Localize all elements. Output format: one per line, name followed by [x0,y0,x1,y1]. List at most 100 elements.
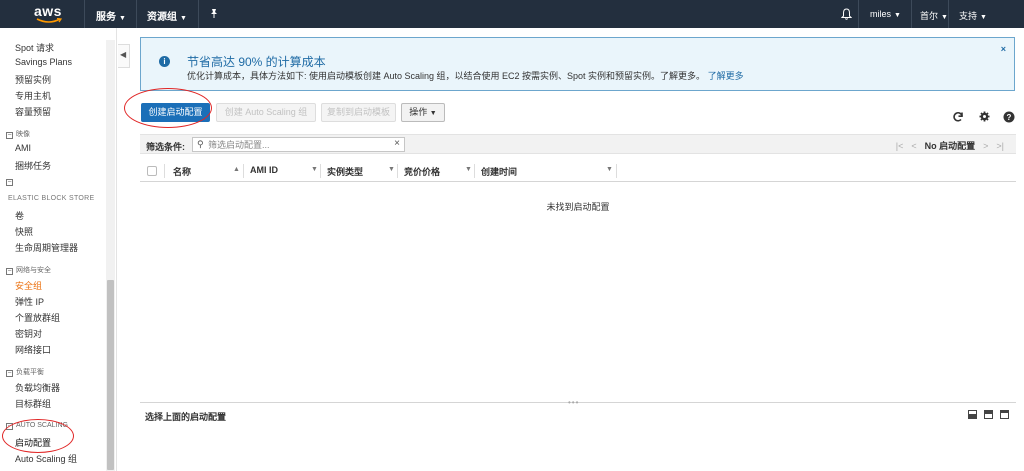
sidebar-item-capacity-reservations[interactable]: 容量预留 [15,105,51,118]
chevron-down-icon: ▼ [180,15,187,22]
chevron-down-icon: ▼ [941,14,948,21]
banner-body-text: 优化计算成本，具体方法如下: 使用启动模板创建 Auto Scaling 组，以… [187,71,706,81]
sort-asc-icon[interactable]: ▲ [233,166,240,173]
search-icon: ⚲ [197,139,204,149]
layout-bottom-icon[interactable] [968,410,977,419]
drag-handle-icon[interactable]: ••• [568,398,579,407]
column-header-instance-type[interactable]: 实例类型 [327,165,363,178]
collapse-icon: − [6,370,13,377]
bell-icon[interactable] [841,8,852,20]
chevron-down-icon: ▼ [429,110,437,117]
sidebar-heading-ebs: ELASTIC BLOCK STORE [8,195,95,202]
section-label: 映像 [16,131,30,138]
filter-bar: 筛选条件: ⚲ × |< < No 启动配置 > >| [140,134,1016,154]
column-header-name[interactable]: 名称 [173,165,191,178]
sidebar-section-ebs-toggle[interactable]: − [6,178,16,186]
sidebar-item-dedicated-hosts[interactable]: 专用主机 [15,89,51,102]
chevron-down-icon: ▼ [894,12,901,19]
close-icon[interactable]: × [1001,44,1006,54]
sort-icon[interactable]: ▼ [606,166,613,173]
nav-separator [858,0,859,28]
user-menu[interactable]: miles ▼ [870,9,901,19]
services-menu[interactable]: 服务 ▼ [96,8,126,23]
detail-pane-title: 选择上面的启动配置 [145,412,227,422]
sort-icon[interactable]: ▼ [465,166,472,173]
sidebar-item-elastic-ip[interactable]: 弹性 IP [15,295,44,308]
learn-more-link[interactable]: 了解更多 [708,71,744,81]
sidebar-item-lifecycle-manager[interactable]: 生命周期管理器 [15,241,78,254]
create-auto-scaling-group-button[interactable]: 创建 Auto Scaling 组 [216,103,316,122]
select-all-checkbox[interactable] [147,166,157,176]
collapse-icon: − [6,179,13,186]
pin-icon[interactable] [209,8,219,19]
pane-splitter[interactable]: ••• [140,398,1016,407]
sidebar-item-savings-plans[interactable]: Savings Plans [15,57,72,67]
sidebar-section-load-balancing[interactable]: − 负载平衡 [6,367,44,377]
resource-groups-menu[interactable]: 资源组 ▼ [147,8,187,23]
column-header-ami-id[interactable]: AMI ID [250,165,278,175]
chevron-down-icon: ▼ [980,14,987,21]
help-icon[interactable]: ? [1003,111,1015,123]
sidebar-section-network[interactable]: − 网络与安全 [6,265,51,275]
support-menu[interactable]: 支持 ▼ [959,9,987,22]
sort-icon[interactable]: ▼ [388,166,395,173]
support-label: 支持 [959,11,978,21]
region-menu[interactable]: 首尔 ▼ [920,9,948,22]
collapse-icon: − [6,132,13,139]
sidebar-item-key-pairs[interactable]: 密钥对 [15,327,42,340]
aws-smile-icon [36,18,62,23]
savings-banner: i 节省高达 90% 的计算成本 优化计算成本，具体方法如下: 使用启动模板创建… [140,37,1015,91]
empty-table-message: 未找到启动配置 [546,202,610,212]
annotation-circle [2,419,74,453]
region-name: 首尔 [920,11,939,21]
aws-logo[interactable]: aws [34,3,74,25]
layout-fill [969,414,976,418]
annotation-circle [124,88,212,128]
sidebar-item-ami[interactable]: AMI [15,143,31,153]
first-page-icon[interactable]: |< [896,141,904,151]
banner-body: 优化计算成本，具体方法如下: 使用启动模板创建 Auto Scaling 组，以… [187,69,744,82]
next-page-icon[interactable]: > [983,141,988,151]
sidebar-item-target-groups[interactable]: 目标群组 [15,397,51,410]
services-label: 服务 [96,12,116,23]
column-divider [320,164,321,178]
chevron-down-icon: ▼ [119,15,126,22]
actions-dropdown-button[interactable]: 操作 ▼ [401,103,445,122]
pagination-text: No 启动配置 [924,141,976,151]
sidebar-item-network-interfaces[interactable]: 网络接口 [15,343,51,356]
sidebar-item-security-groups[interactable]: 安全组 [15,279,42,292]
copy-to-launch-template-button[interactable]: 复制到启动模板 [321,103,396,122]
column-divider [243,164,244,178]
sidebar-item-placement-groups[interactable]: 个置放群组 [15,311,60,324]
refresh-icon[interactable] [952,111,964,123]
sidebar-item-auto-scaling-groups[interactable]: Auto Scaling 组 [15,452,77,465]
sidebar-item-load-balancers[interactable]: 负载均衡器 [15,381,60,394]
prev-page-icon[interactable]: < [911,141,916,151]
clear-icon[interactable]: × [394,138,400,149]
layout-fill [1001,411,1008,413]
sort-icon[interactable]: ▼ [311,166,318,173]
column-header-creation-time[interactable]: 创建时间 [481,165,517,178]
filter-input-box[interactable]: ⚲ × [192,137,405,152]
layout-full-icon[interactable] [1000,410,1009,419]
sidebar-item-bundle-tasks[interactable]: 捆绑任务 [15,159,51,172]
sidebar-scroll-thumb[interactable] [107,280,114,470]
nav-separator [136,0,137,28]
column-divider [164,164,165,178]
sidebar-section-images[interactable]: − 映像 [6,129,30,139]
layout-split-icon[interactable] [984,410,993,419]
sidebar-scrollbar[interactable] [106,40,115,471]
info-icon: i [159,56,170,67]
filter-input[interactable] [208,139,388,150]
section-label: 负载平衡 [16,369,44,376]
column-header-spot-price[interactable]: 竞价价格 [404,165,440,178]
sidebar-item-spot-requests[interactable]: Spot 请求 [15,41,54,54]
sidebar-collapse-toggle[interactable]: ◀ [118,44,130,68]
last-page-icon[interactable]: >| [996,141,1004,151]
sidebar-item-snapshots[interactable]: 快照 [15,225,33,238]
sidebar-item-reserved-instances[interactable]: 预留实例 [15,73,51,86]
resource-groups-label: 资源组 [147,12,177,23]
sidebar-item-volumes[interactable]: 卷 [15,209,24,222]
gear-icon[interactable] [979,111,990,122]
chevron-left-icon: ◀ [120,50,127,59]
